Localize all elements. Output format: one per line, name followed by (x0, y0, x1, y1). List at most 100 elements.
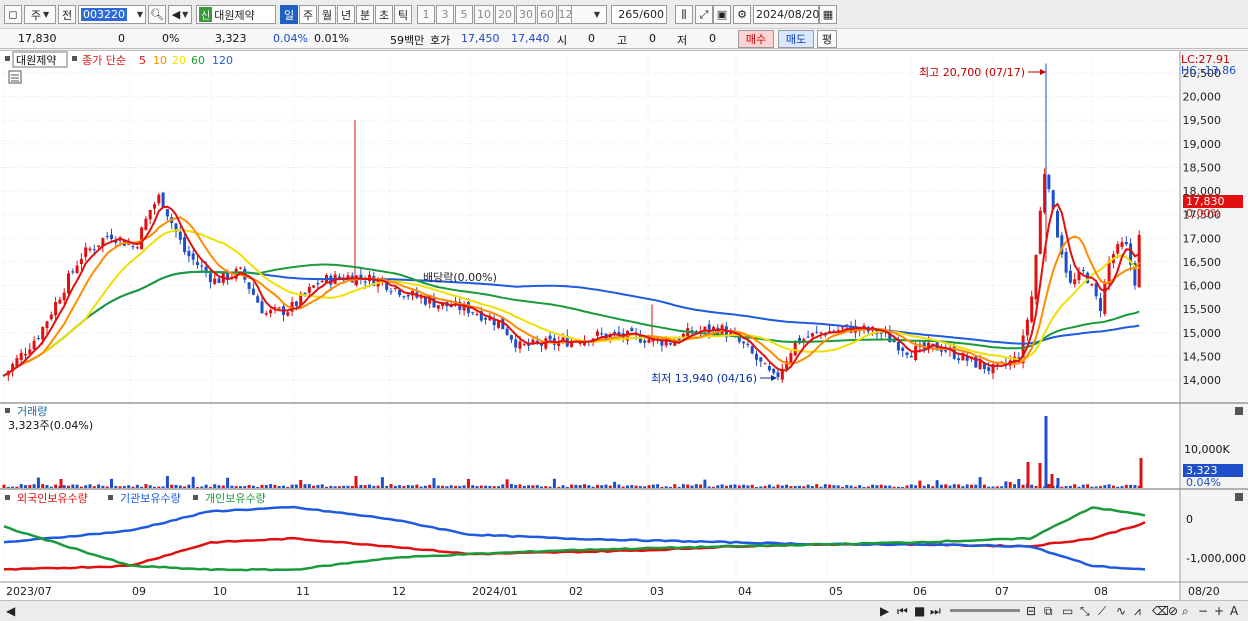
fast-forward-icon[interactable]: ⏭ (930, 604, 941, 619)
tool-icon-3[interactable]: ▭ (1062, 604, 1073, 618)
candle-body (436, 305, 440, 309)
interval-tab[interactable]: 5 (455, 5, 473, 24)
data-count-field[interactable]: 265/600 (611, 5, 667, 24)
stock-legend-label: 대원제약 (16, 53, 56, 67)
zoom-slider[interactable] (950, 609, 1020, 612)
save-icon[interactable]: ▣ (713, 5, 731, 24)
lock-icon[interactable]: ⊘ (1168, 604, 1178, 618)
scroll-left-icon[interactable]: ◀ (6, 604, 15, 618)
market-type-select[interactable]: 주 ▼ (24, 5, 56, 24)
gear-icon[interactable]: ⚙ (733, 5, 751, 24)
period-tab[interactable]: 주 (299, 5, 317, 24)
period-tab[interactable]: 월 (318, 5, 336, 24)
zoom-out-icon[interactable]: − (1198, 604, 1208, 618)
tool-icon-1[interactable]: ⊟ (1026, 604, 1036, 618)
candle-body (1064, 252, 1068, 273)
avg-button[interactable]: 평 (817, 30, 837, 48)
stock-code-input[interactable]: 003220 ▼ (78, 5, 146, 24)
interval-tab[interactable]: 1 (417, 5, 435, 24)
table-toggle-icon[interactable] (8, 70, 22, 84)
open-label: 시 (557, 34, 568, 47)
volume-bar (617, 484, 621, 488)
legend-marker (193, 495, 198, 500)
volume-bar (299, 480, 303, 488)
candle-body (647, 339, 651, 343)
volume-bar (634, 485, 638, 488)
candle-body (806, 336, 810, 338)
panel-close-icon[interactable] (1235, 407, 1243, 415)
search-icon[interactable]: 🔍︎ (148, 5, 166, 24)
sell-button[interactable]: 매도 (778, 30, 814, 48)
prev-button[interactable]: 전 (58, 5, 76, 24)
panel-close-icon[interactable] (1235, 493, 1243, 501)
volume-bar (651, 484, 655, 488)
candle-body (75, 265, 79, 274)
volume-bar-peak (1038, 463, 1042, 488)
zoom-search-icon[interactable]: ⌕ (1182, 604, 1189, 619)
candle-body (406, 295, 410, 297)
interval-tab[interactable]: 3 (436, 5, 454, 24)
candle-body (819, 332, 823, 334)
period-tab[interactable]: 틱 (394, 5, 412, 24)
candle-type-icon[interactable]: ⫼ (675, 5, 693, 24)
period-tab[interactable]: 일 (280, 5, 298, 24)
volume-bar (217, 485, 221, 488)
zoom-in-icon[interactable]: + (1214, 604, 1224, 618)
interval-tab[interactable]: 30 (516, 5, 536, 24)
volume-bar-peak (1026, 462, 1030, 488)
candle-body (746, 343, 750, 345)
volume-bar (755, 486, 758, 488)
volume-bar (411, 485, 414, 488)
eraser-icon[interactable]: ⌫ (1152, 604, 1169, 618)
rewind-icon[interactable]: ⏮ (897, 604, 908, 619)
volume-bar (1000, 486, 1004, 488)
font-size-icon[interactable]: A (1230, 604, 1238, 618)
main-toolbar: ◻ 주 ▼ 전 003220 ▼ 🔍︎ ◀ ▼ 신 대원제약 일주월년분초틱 135… (0, 0, 1248, 29)
volume-bar (862, 486, 866, 488)
period-tab[interactable]: 초 (375, 5, 393, 24)
candle-body (239, 267, 242, 269)
candle-body (1034, 255, 1038, 300)
sound-icon[interactable]: ◀ ▼ (168, 5, 192, 24)
scroll-right-icon[interactable]: ▶ (880, 604, 889, 618)
pattern-icon[interactable]: ⩘ (1134, 604, 1141, 619)
draw-tool-icon[interactable]: ⤢ (695, 5, 713, 24)
interval-dropdown[interactable]: ▼ (571, 5, 607, 24)
volume-bar (454, 485, 457, 488)
x-axis-label: 11 (296, 585, 310, 598)
low-label: 저 (677, 34, 688, 47)
volume-bar (75, 484, 79, 488)
tool-icon-2[interactable]: ⧉ (1044, 604, 1053, 619)
window-menu-icon[interactable]: ◻ (4, 5, 22, 24)
stock-name-field[interactable]: 신 대원제약 (196, 5, 276, 24)
legend-marker (5, 408, 10, 413)
interval-tab[interactable]: 60 (537, 5, 557, 24)
volume-bar (836, 485, 840, 488)
volume-bar (393, 485, 397, 488)
buy-button[interactable]: 매수 (738, 30, 774, 48)
volume-bar (247, 484, 251, 488)
volume-bar (776, 484, 780, 488)
volume-bar (1073, 484, 1077, 488)
candle-body (600, 333, 604, 335)
period-tab[interactable]: 분 (356, 5, 374, 24)
volume-bar (1064, 486, 1068, 488)
interval-tab[interactable]: 20 (495, 5, 515, 24)
trend-icon[interactable]: ⟋ (1098, 604, 1106, 619)
candle-body (1099, 298, 1102, 312)
candle-body (548, 335, 552, 340)
period-tab[interactable]: 년 (337, 5, 355, 24)
stop-icon[interactable]: ■ (914, 604, 925, 618)
date-field[interactable]: 2024/08/20 (753, 5, 819, 24)
volume-bar (1120, 486, 1124, 488)
candle-body (187, 250, 191, 257)
candle-body (200, 265, 204, 267)
volume-bar (952, 484, 956, 488)
volume-bar (243, 486, 247, 488)
calendar-icon[interactable]: ▦ (819, 5, 837, 24)
candle-body (1137, 234, 1141, 288)
low-value: 0 (709, 32, 716, 45)
wave-icon[interactable]: ∿ (1116, 604, 1126, 618)
interval-tab[interactable]: 10 (474, 5, 494, 24)
draw-line-icon[interactable]: ⤡ (1080, 604, 1090, 619)
